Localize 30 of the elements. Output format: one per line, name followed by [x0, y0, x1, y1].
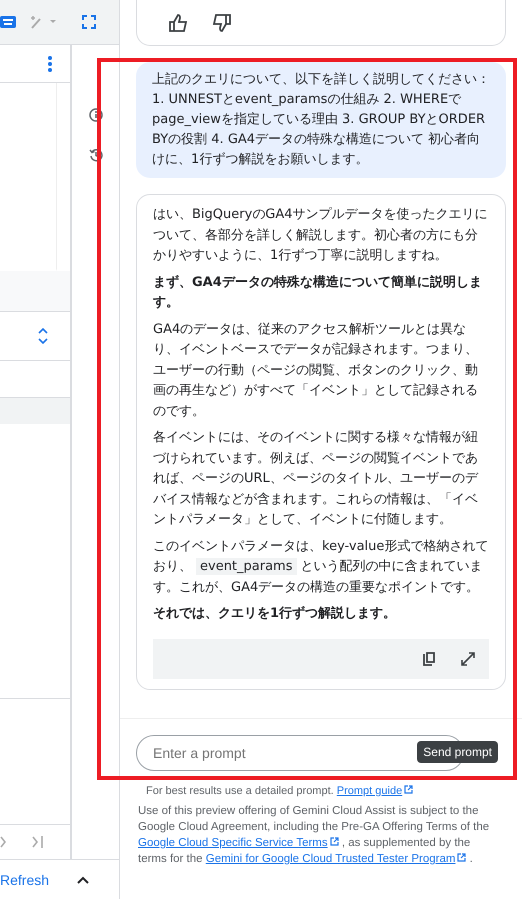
user-message: 上記のクエリについて、以下を詳しく説明してください： 1. UNNESTとevent_paramsの仕組み 2. WHEREでpage_viewを指定している理由 3. GROUP BYとORDER BYの役割 4. GA4データの特殊な構造について 初心者向けに、1行ずつ解説をお願いします。 [136, 62, 506, 178]
fullscreen-icon[interactable] [82, 15, 96, 29]
chevron-up-icon[interactable] [77, 876, 89, 884]
chevron-up-down-icon[interactable] [38, 328, 48, 344]
thumbs-up-icon[interactable] [169, 14, 189, 32]
external-link-icon [457, 853, 466, 862]
expand-icon[interactable] [461, 652, 475, 666]
hint-text: For best results use a detailed prompt. [146, 785, 334, 797]
response-paragraph: それでは、クエリを1行ずつ解説します。 [153, 605, 398, 623]
info-icon[interactable] [88, 108, 102, 122]
copy-icon[interactable] [423, 652, 435, 666]
prompt-guide-link[interactable]: Prompt guide [336, 785, 414, 797]
external-link-icon [404, 785, 414, 794]
terms-link[interactable]: Google Cloud Specific Service Terms [138, 837, 339, 849]
response-paragraph: まず、GA4データの特殊な構造について簡単に説明します。 [153, 274, 483, 312]
response-paragraph: はい、BigQueryのGA4サンプルデータを使ったクエリについて、各部分を詳しく解説します。初心者の方にも分かりやすいように、1行ずつ丁寧に説明しますね。 [153, 206, 489, 265]
response-paragraph: GA4のデータは、従来のアクセス解析ツールとは異なり、イベントベースでデータが記録されます。つまり、ユーザーの行動（ページの閲覧、ボタンのクリック、動画の再生など）がすべて「イベント」として記録されるのです。 [153, 320, 479, 420]
external-link-icon [330, 837, 339, 846]
more-icon[interactable] [48, 56, 52, 72]
response-paragraph: 各イベントには、そのイベントに関する様々な情報が紐づけられています。例えば、ページの閲覧イベントであれば、ページのURL、ページのタイトル、ユーザーのデバイス情報などが含まれます。これらの情報は、「イベントパラメータ」として、イベントに付随します。 [153, 429, 480, 529]
next-page-icon[interactable] [0, 836, 6, 848]
history-icon[interactable] [88, 148, 102, 162]
refresh-link[interactable]: Refresh [0, 872, 50, 888]
response-paragraph: このイベントパラメータは、key-value形式で格納されており、 event_params という配列の中に含まれています。これが、GA4データの構造の重要なポイントです。 [153, 538, 489, 596]
tooltip: Send prompt [417, 741, 498, 763]
disclaimer-text: Use of this preview offering of Gemini Cloud Assist is subject to the Google Cloud Agreement, including the Pre-GA Offering Terms of the Google Cloud Specific Service Terms , as supplemented by the terms for the Gemini for Google Cloud Trusted Tester Program . [138, 804, 490, 867]
last-page-icon[interactable] [32, 836, 44, 848]
terms-link[interactable]: Gemini for Google Cloud Trusted Tester Program [206, 853, 466, 865]
keyboard-icon[interactable] [0, 16, 16, 28]
thumbs-down-icon[interactable] [211, 14, 231, 32]
